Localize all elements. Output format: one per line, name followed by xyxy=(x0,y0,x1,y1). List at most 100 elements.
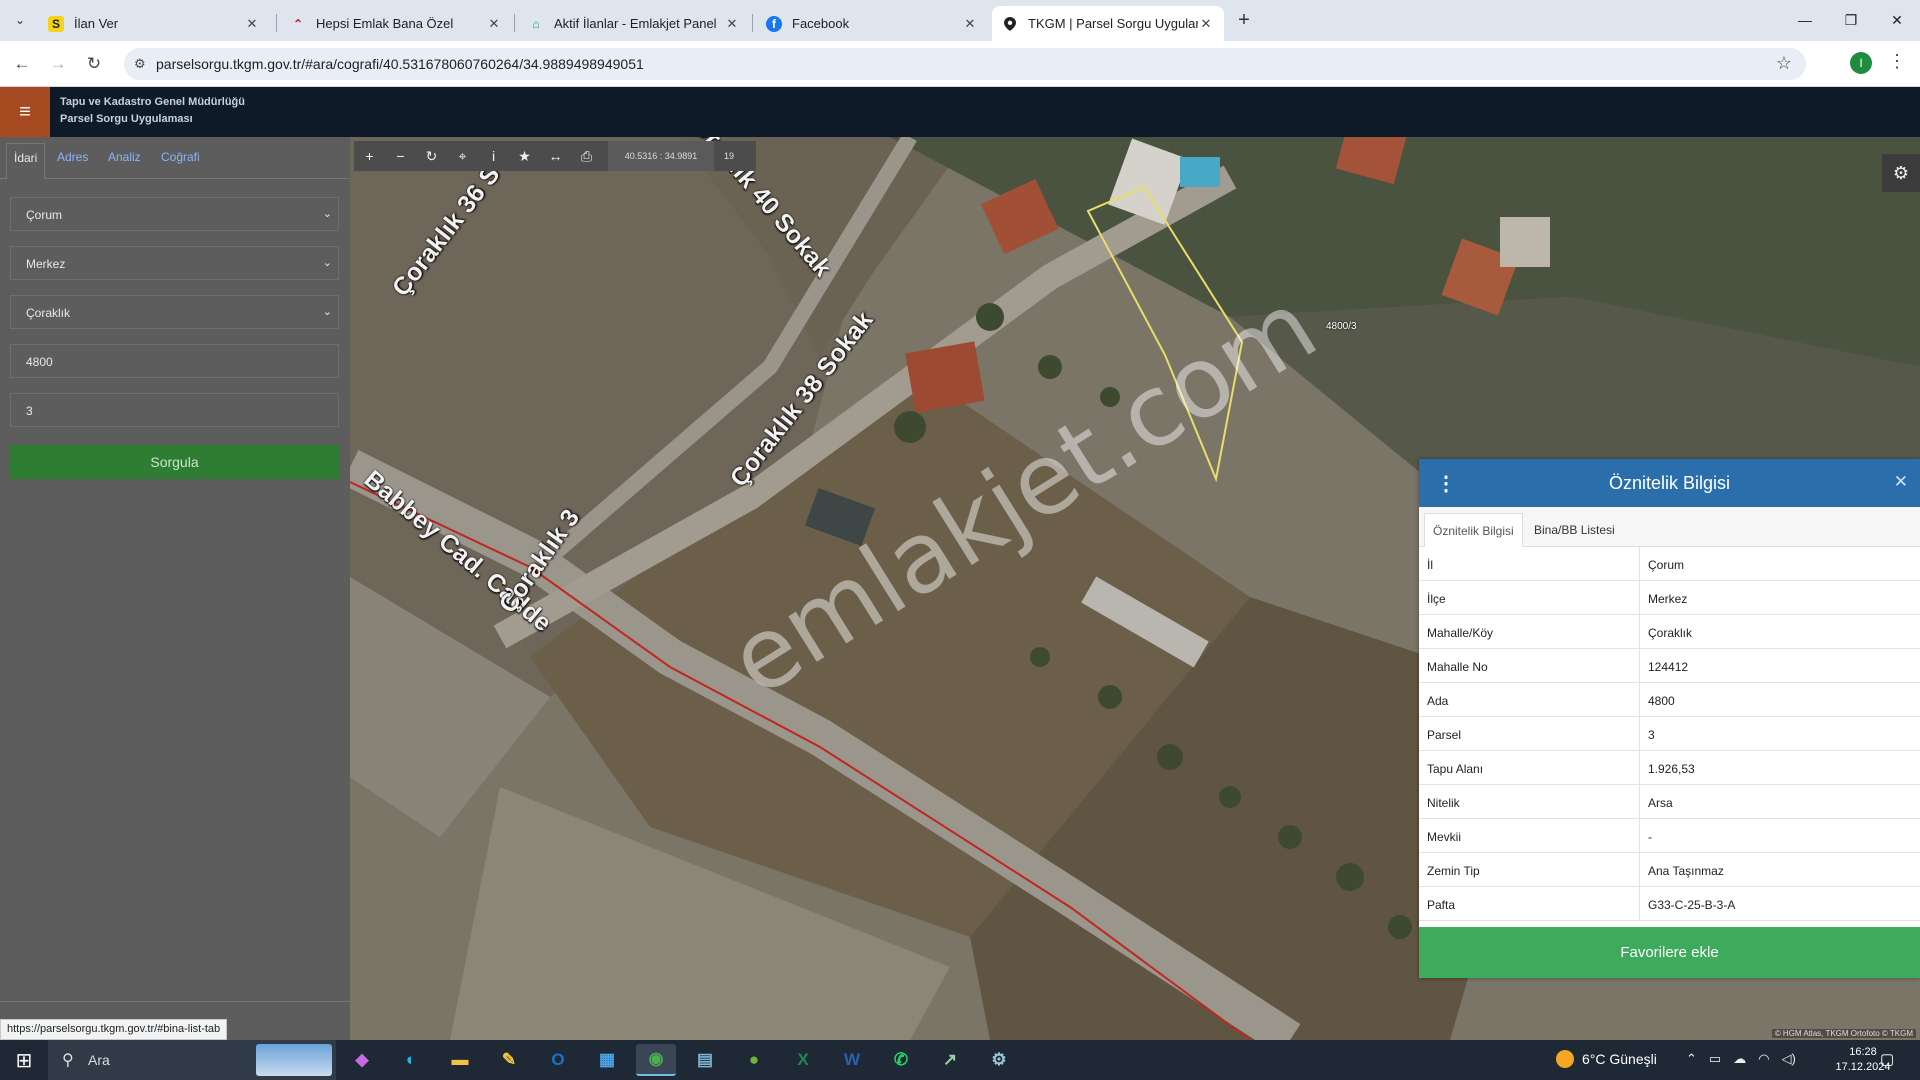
tab-oznitelik-bilgisi[interactable]: Öznitelik Bilgisi xyxy=(1424,513,1523,547)
copilot-icon[interactable]: ◆ xyxy=(342,1044,382,1076)
attr-key: Mevkii xyxy=(1419,819,1640,852)
browser-tab-emlakjet[interactable]: ⌂ Aktif İlanlar - Emlakjet Panel ✕ xyxy=(518,6,750,41)
tab-analiz[interactable]: Analiz xyxy=(108,150,141,164)
weather-text: 6°C Güneşli xyxy=(1582,1051,1657,1067)
browser-tab-ilan-ver[interactable]: S İlan Ver ✕ xyxy=(38,6,270,41)
tab-bina-bb-listesi[interactable]: Bina/BB Listesi xyxy=(1526,513,1623,547)
word-icon[interactable]: W xyxy=(832,1044,872,1076)
weather-widget[interactable]: 6°C Güneşli xyxy=(1556,1050,1657,1068)
refresh-icon[interactable]: ↻ xyxy=(416,141,447,171)
bookmark-star-icon[interactable]: ☆ xyxy=(1776,53,1792,74)
stock-app-icon[interactable]: ↗ xyxy=(930,1044,970,1076)
favorite-star-icon[interactable]: ★ xyxy=(509,141,540,171)
wifi-icon[interactable]: ◠ xyxy=(1758,1051,1769,1067)
store-icon[interactable]: ▦ xyxy=(587,1044,627,1076)
table-row: İl Çorum xyxy=(1419,547,1920,581)
tab-search-chevron-icon[interactable]: ⌄ xyxy=(8,8,32,32)
attr-key: İlçe xyxy=(1419,581,1640,614)
attr-key: Nitelik xyxy=(1419,785,1640,818)
tab-adres[interactable]: Adres xyxy=(57,150,88,164)
measure-icon[interactable]: ↔ xyxy=(540,141,571,171)
tab-title: Aktif İlanlar - Emlakjet Panel xyxy=(554,16,717,31)
chrome-icon[interactable]: ◉ xyxy=(636,1044,676,1076)
parsel-input[interactable]: 3 xyxy=(10,393,339,427)
sticky-app-icon[interactable]: ✎ xyxy=(489,1044,529,1076)
tab-separator xyxy=(514,14,515,32)
misc-app-icon[interactable]: ⚙ xyxy=(979,1044,1019,1076)
table-row: Pafta G33-C-25-B-3-A xyxy=(1419,887,1920,921)
add-to-favorites-button[interactable]: Favorilere ekle xyxy=(1419,927,1920,978)
tab-separator xyxy=(752,14,753,32)
hamburger-menu-icon[interactable]: ≡ xyxy=(0,87,50,137)
tab-close-icon[interactable]: ✕ xyxy=(486,16,502,32)
browser-tab-hepsi-emlak[interactable]: ⌃ Hepsi Emlak Bana Özel ✕ xyxy=(280,6,512,41)
panel-close-icon[interactable]: ✕ xyxy=(1894,472,1908,492)
locate-crosshair-icon[interactable]: ⌖ xyxy=(447,141,478,171)
tab-close-icon[interactable]: ✕ xyxy=(724,16,740,32)
profile-avatar[interactable]: I xyxy=(1850,52,1872,74)
notification-icon[interactable]: ▢ xyxy=(1880,1050,1894,1068)
table-row: Mahalle No 124412 xyxy=(1419,649,1920,683)
print-icon[interactable]: ⎙ xyxy=(571,141,602,171)
tab-close-icon[interactable]: ✕ xyxy=(962,16,978,32)
query-sidebar: İdari Adres Analiz Coğrafi Çorum ⌄ Merke… xyxy=(0,137,350,1040)
facebook-icon: f xyxy=(766,15,782,32)
table-row: Ada 4800 xyxy=(1419,683,1920,717)
restore-icon[interactable]: ❐ xyxy=(1828,8,1874,32)
browser-tab-facebook[interactable]: f Facebook ✕ xyxy=(756,6,988,41)
calculator-icon[interactable]: ▤ xyxy=(685,1044,725,1076)
url-bar[interactable]: ⚙ parselsorgu.tkgm.gov.tr/#ara/cografi/4… xyxy=(124,48,1806,80)
address-toolbar: ← → ↻ ⚙ parselsorgu.tkgm.gov.tr/#ara/cog… xyxy=(0,41,1920,87)
zoom-out-icon[interactable]: − xyxy=(385,141,416,171)
browser-tab-bar: ⌄ S İlan Ver ✕ ⌃ Hepsi Emlak Bana Özel ✕… xyxy=(0,0,1920,41)
browser-menu-icon[interactable]: ⋮ xyxy=(1888,51,1906,72)
tab-cografi[interactable]: Coğrafi xyxy=(161,150,200,164)
minimize-icon[interactable]: — xyxy=(1782,8,1828,32)
ilce-select[interactable]: Merkez ⌄ xyxy=(10,246,339,280)
ada-input-value: 4800 xyxy=(26,355,53,369)
tab-close-icon[interactable]: ✕ xyxy=(244,16,260,32)
edge-icon[interactable]: ◐ xyxy=(391,1044,431,1076)
file-explorer-icon[interactable]: ▬ xyxy=(440,1044,480,1076)
ilce-select-value: Merkez xyxy=(26,257,66,271)
il-select[interactable]: Çorum ⌄ xyxy=(10,197,339,231)
mahalle-select[interactable]: Çoraklık ⌄ xyxy=(10,295,339,329)
outlook-icon[interactable]: O xyxy=(538,1044,578,1076)
forward-arrow-icon[interactable]: → xyxy=(46,52,70,76)
table-row: Mevkii - xyxy=(1419,819,1920,853)
url-text[interactable]: parselsorgu.tkgm.gov.tr/#ara/cografi/40.… xyxy=(156,56,644,72)
new-tab-plus-icon[interactable]: + xyxy=(1232,8,1256,32)
browser-tab-tkgm[interactable]: TKGM | Parsel Sorgu Uygulaması ✕ xyxy=(992,6,1224,41)
tab-title: Hepsi Emlak Bana Özel xyxy=(316,16,454,31)
whatsapp-icon[interactable]: ✆ xyxy=(881,1044,921,1076)
attr-key: Ada xyxy=(1419,683,1640,716)
sorgula-button[interactable]: Sorgula xyxy=(10,445,339,479)
tab-title: TKGM | Parsel Sorgu Uygulaması xyxy=(1028,16,1198,31)
tray-chevron-icon[interactable]: ⌃ xyxy=(1686,1051,1697,1067)
attr-value: Arsa xyxy=(1648,796,1673,810)
gear-icon[interactable]: ⚙ xyxy=(1882,154,1920,192)
onedrive-icon[interactable]: ☁ xyxy=(1733,1051,1746,1067)
coordinate-readout: 40.5316 : 34.9891 xyxy=(608,141,714,171)
table-row: Nitelik Arsa xyxy=(1419,785,1920,819)
device-icon[interactable]: ▭ xyxy=(1709,1051,1721,1067)
attr-value: Merkez xyxy=(1648,592,1688,606)
windows-start-icon[interactable]: ⊞ xyxy=(0,1040,48,1080)
zoom-level-readout: 19 xyxy=(714,141,744,171)
taskbar-search-box[interactable]: ⚲ Ara xyxy=(48,1040,336,1080)
back-arrow-icon[interactable]: ← xyxy=(10,52,34,76)
tab-idari[interactable]: İdari xyxy=(6,143,46,179)
ada-input[interactable]: 4800 xyxy=(10,344,339,378)
reload-icon[interactable]: ↻ xyxy=(82,52,106,76)
attr-key: Pafta xyxy=(1419,887,1640,920)
site-info-icon[interactable]: ⚙ xyxy=(134,56,146,72)
attr-value: 1.926,53 xyxy=(1648,762,1695,776)
excel-icon[interactable]: X xyxy=(783,1044,823,1076)
info-icon[interactable]: i xyxy=(478,141,509,171)
earth-app-icon[interactable]: ● xyxy=(734,1044,774,1076)
tab-close-icon[interactable]: ✕ xyxy=(1198,16,1214,32)
window-close-icon[interactable]: ✕ xyxy=(1874,8,1920,32)
volume-icon[interactable]: ◁) xyxy=(1782,1051,1796,1067)
zoom-in-icon[interactable]: + xyxy=(354,141,385,171)
attr-key: İl xyxy=(1419,547,1640,580)
